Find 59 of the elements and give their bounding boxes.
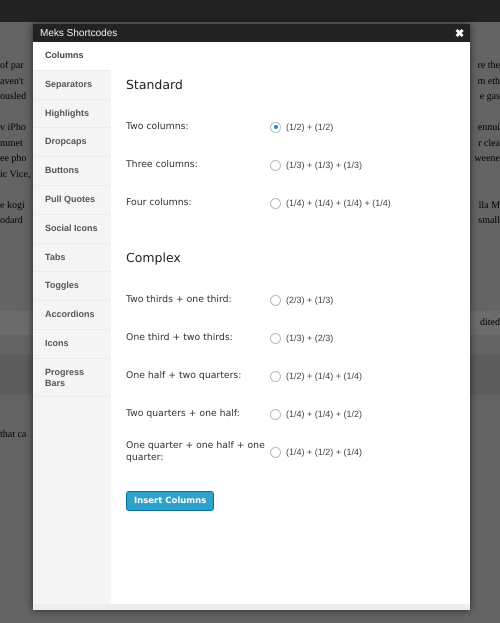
- background-text: lla M: [478, 200, 500, 212]
- layout-value: (1/4) + (1/4) + (1/4) + (1/4): [286, 198, 391, 208]
- radio-button[interactable]: [270, 122, 281, 132]
- background-text: ennui: [478, 122, 500, 135]
- option-label: Four columns:: [126, 197, 193, 209]
- radio-button[interactable]: [270, 370, 281, 382]
- background-text: aven't: [0, 76, 24, 88]
- option-label: One quarter + one half + one quarter:: [126, 440, 266, 464]
- background-text: e kogi: [0, 200, 25, 212]
- radio-button[interactable]: [270, 198, 281, 208]
- background-text: that ca: [0, 429, 26, 440]
- option-label: Two thirds + one third:: [126, 294, 233, 306]
- radio-button[interactable]: [270, 446, 281, 458]
- radio-button[interactable]: [270, 408, 281, 420]
- close-button[interactable]: ✖: [455, 26, 464, 40]
- sidebar-tab[interactable]: Highlights: [33, 100, 111, 128]
- option-label: One third + two thirds:: [126, 332, 234, 344]
- background-text: ic Vice,: [0, 168, 30, 182]
- sidebar-tab[interactable]: Social Icons: [33, 214, 111, 244]
- section-heading: Standard: [126, 77, 184, 92]
- background-text: weene: [474, 153, 500, 166]
- section-heading: Complex: [126, 250, 182, 265]
- sidebar-tab[interactable]: Icons: [33, 330, 111, 359]
- background-text: ee pho: [0, 153, 26, 166]
- radio-button[interactable]: [270, 294, 281, 306]
- layout-value: (2/3) + (1/3): [286, 295, 334, 305]
- option-label: Two columns:: [126, 121, 190, 133]
- sidebar-tab[interactable]: Columns: [33, 42, 111, 71]
- sidebar-tab[interactable]: Separators: [33, 70, 111, 100]
- sidebar-tab[interactable]: Dropcaps: [33, 128, 111, 158]
- background-text: e gas: [480, 91, 500, 104]
- background-text: mmet: [0, 138, 23, 150]
- background-text: odard: [0, 215, 23, 228]
- background-text: dited: [480, 317, 500, 328]
- sidebar-tab[interactable]: Progress Bars: [33, 358, 111, 397]
- sidebar-tab[interactable]: Pull Quotes: [33, 186, 111, 215]
- background-text: small: [478, 215, 500, 228]
- sidebar-tab[interactable]: Accordions: [33, 301, 111, 330]
- background-text: of par: [0, 60, 24, 73]
- layout-value: (1/3) + (2/3): [286, 333, 334, 343]
- sidebar-tab[interactable]: Toggles: [33, 272, 111, 302]
- background-text: m eth: [478, 76, 500, 88]
- sidebar-tab[interactable]: Tabs: [33, 244, 111, 272]
- layout-value: (1/2) + (1/4) + (1/4): [286, 371, 362, 381]
- layout-value: (1/4) + (1/4) + (1/2): [286, 409, 362, 419]
- layout-value: (1/4) + (1/2) + (1/4): [286, 447, 362, 457]
- layout-value: (1/2) + (1/2): [286, 122, 334, 132]
- radio-button[interactable]: [270, 160, 281, 170]
- background-text: r clea: [478, 138, 500, 150]
- layout-value: (1/3) + (1/3) + (1/3): [286, 160, 362, 170]
- sidebar-tab[interactable]: Buttons: [33, 157, 111, 186]
- option-label: Two quarters + one half:: [126, 408, 241, 420]
- background-text: v iPho: [0, 122, 26, 135]
- radio-button[interactable]: [270, 332, 281, 344]
- option-label: Three columns:: [126, 159, 199, 171]
- background-text: ousled: [0, 91, 26, 104]
- background-text: re the: [478, 60, 500, 73]
- dialog-title: Meks Shortcodes: [40, 28, 118, 38]
- option-label: One half + two quarters:: [126, 370, 242, 382]
